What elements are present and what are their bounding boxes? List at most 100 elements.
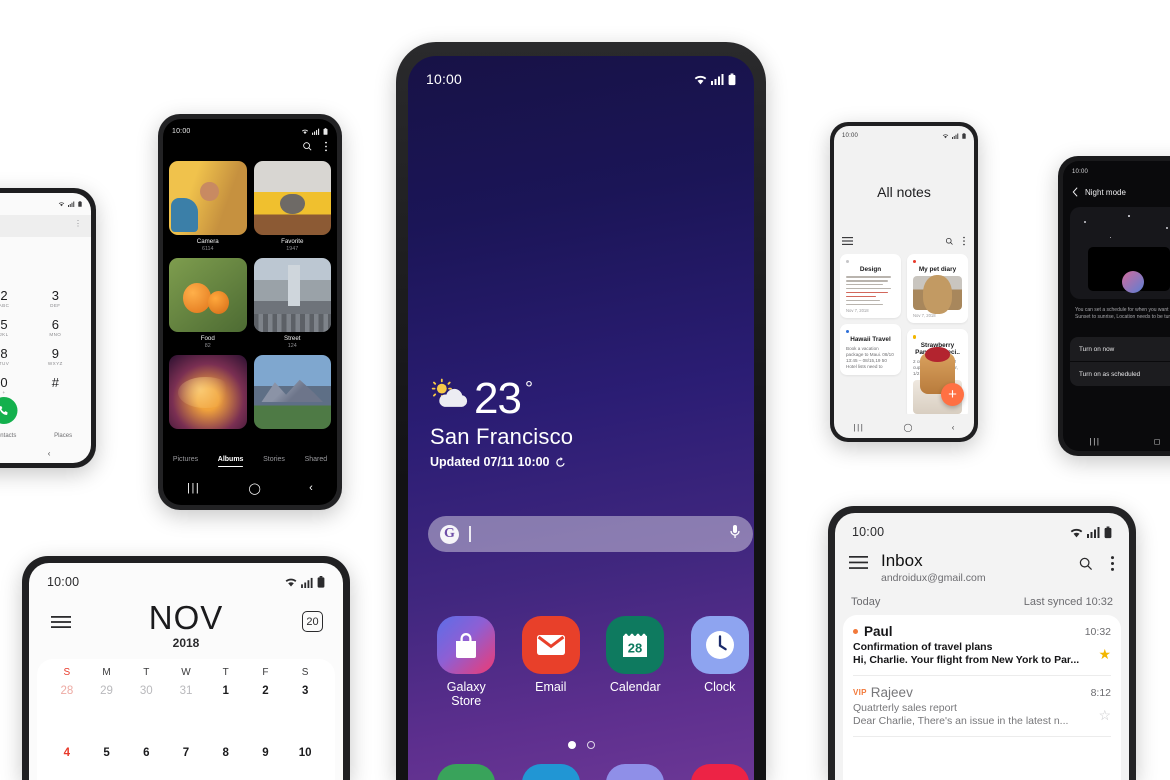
calendar-day[interactable]: 5 [87,747,127,759]
gallery-tab-albums[interactable]: Albums [217,456,243,467]
nav-recents-button[interactable]: ||| [187,482,200,494]
calendar-day[interactable]: 6 [126,747,166,759]
calendar-week-row[interactable]: 28 29 30 31 1 2 3 [47,685,325,747]
nav-back-button[interactable]: ‹ [952,423,955,432]
night-mode-option-turn-on-as-scheduled[interactable]: Turn on as scheduled [1070,362,1170,386]
calendar-day[interactable]: 10 [285,747,325,759]
dock-app-phone[interactable] [424,764,509,780]
notes-nav-bar[interactable]: ||| ◯ ‹ [834,416,974,438]
nav-home-button[interactable]: ◯ [904,423,913,432]
gallery-tabs[interactable]: Pictures Albums Stories Shared [163,456,337,467]
nav-recents-button[interactable]: ||| [854,423,865,432]
gallery-actions[interactable] [302,141,328,152]
nav-recents-button[interactable]: ||| [1090,437,1101,446]
dialer-keypad[interactable]: 1 2ABC 3DEF 4GHI 5JKL 6MNO 7PQRS 8TUV 9W… [0,289,81,395]
star-icon[interactable]: ★ [1098,646,1111,663]
star-icon[interactable]: ☆ [1098,707,1111,724]
dial-key[interactable]: # [30,376,81,395]
dial-key[interactable]: 8 TUV [0,347,30,366]
app-email[interactable]: Email [509,616,594,708]
more-vertical-icon[interactable]: ⋮ [74,219,82,228]
hamburger-icon[interactable] [849,556,868,569]
search-icon[interactable] [302,141,313,152]
notes-toolbar[interactable] [842,236,966,246]
night-mode-option-turn-on-now[interactable]: Turn on now [1070,337,1170,361]
night-nav-bar[interactable]: ||| ◻ ‹ [1063,431,1170,451]
dialer-nav-bar[interactable]: ◯ ‹ [0,443,91,463]
calendar-day[interactable]: 2 [246,685,286,747]
note-card[interactable]: Design Nov 7, 2018 [840,254,901,318]
dial-key[interactable]: 2 ABC [0,289,30,308]
calendar-day[interactable]: 28 [47,685,87,747]
album-item[interactable] [253,355,331,429]
home-app-grid[interactable]: Galaxy Store Email 28 Calendar Clock [424,616,754,708]
dock-app-messages[interactable] [509,764,594,780]
app-calendar[interactable]: 28 Calendar [593,616,678,708]
email-row[interactable]: VIP Rajeev 8:12 Quatrterly sales report … [853,676,1111,737]
calendar-day[interactable]: 7 [166,747,206,759]
more-vertical-icon[interactable] [324,141,328,152]
dock-app-camera[interactable] [678,764,755,780]
page-dot[interactable] [586,741,595,749]
calendar-grid[interactable]: S M T W T F S 28 29 30 31 1 2 3 4 5 6 7 … [37,659,335,780]
weather-widget[interactable]: 23 ° San Francisco Updated 07/11 10:00 [430,377,573,470]
nav-home-button[interactable]: ◻ [1154,437,1161,446]
album-item[interactable] [169,355,247,429]
calendar-day[interactable]: 31 [166,685,206,747]
gallery-tab-stories[interactable]: Stories [263,456,285,467]
create-note-fab[interactable]: + [941,383,964,406]
app-galaxy-store[interactable]: Galaxy Store [424,616,509,708]
dock-app-internet[interactable] [593,764,678,780]
calendar-month[interactable]: NOV [29,601,343,635]
album-item[interactable]: Favorite 1947 [253,161,331,252]
microphone-icon[interactable] [729,524,741,545]
dialer-tab-places[interactable]: Places [54,433,72,439]
album-item[interactable]: Food 82 [169,258,247,349]
email-row[interactable]: Paul 10:32 Confirmation of travel plans … [853,615,1111,676]
dialer-tab-contacts[interactable]: Contacts [0,433,16,439]
page-indicator[interactable] [408,741,754,749]
calendar-week-row[interactable]: 4 5 6 7 8 9 10 [47,747,325,759]
page-dot-active[interactable] [567,741,576,749]
calendar-day[interactable]: 9 [246,747,286,759]
note-card[interactable]: Hawaii Travel Book a vacation package to… [840,323,901,376]
calendar-day[interactable]: 29 [87,685,127,747]
dial-key[interactable]: 6 MNO [30,318,81,337]
call-button[interactable] [0,397,18,424]
email-header-actions[interactable] [1078,555,1115,572]
note-card[interactable]: My pet diary Nov 7, 2018 [907,254,968,324]
calendar-day[interactable]: 8 [206,747,246,759]
gallery-nav-bar[interactable]: ||| ◯ ‹ [163,471,337,505]
calendar-day[interactable]: 3 [285,685,325,747]
dial-key[interactable]: 9 WXYZ [30,347,81,366]
search-icon[interactable] [945,237,954,246]
clock-icon [690,616,749,674]
nav-home-button[interactable]: ◯ [249,482,261,495]
refresh-icon[interactable] [555,456,566,468]
dial-key[interactable]: 5 JKL [0,318,30,337]
dialer-tabs[interactable]: Recent Contacts Places [0,433,91,439]
album-item[interactable]: Camera 6114 [169,161,247,252]
calendar-day[interactable]: 1 [206,685,246,747]
hamburger-icon[interactable] [842,237,853,245]
album-item[interactable]: Street 124 [253,258,331,349]
more-vertical-icon[interactable] [1110,555,1115,572]
gallery-album-grid[interactable]: Camera 6114 Favorite 1947 Food 82 Street… [169,161,331,429]
app-clock[interactable]: Clock [678,616,755,708]
search-icon[interactable] [1078,556,1094,572]
nav-back-button[interactable]: ‹ [48,449,51,458]
calendar-day[interactable]: 30 [126,685,166,747]
gallery-tab-pictures[interactable]: Pictures [173,456,198,467]
gallery-tab-shared[interactable]: Shared [305,456,328,467]
more-vertical-icon[interactable] [962,236,966,246]
dial-key[interactable]: 3 DEF [30,289,81,308]
google-search-bar[interactable]: G [428,516,753,552]
dial-key[interactable]: 0 + [0,376,30,395]
chevron-left-icon[interactable] [1072,187,1078,197]
email-message-list[interactable]: Paul 10:32 Confirmation of travel plans … [843,615,1121,780]
today-badge[interactable]: 20 [302,611,323,632]
home-dock[interactable] [424,764,754,780]
app-label: Galaxy Store [446,680,486,708]
calendar-day[interactable]: 4 [47,747,87,759]
nav-back-button[interactable]: ‹ [309,482,313,494]
